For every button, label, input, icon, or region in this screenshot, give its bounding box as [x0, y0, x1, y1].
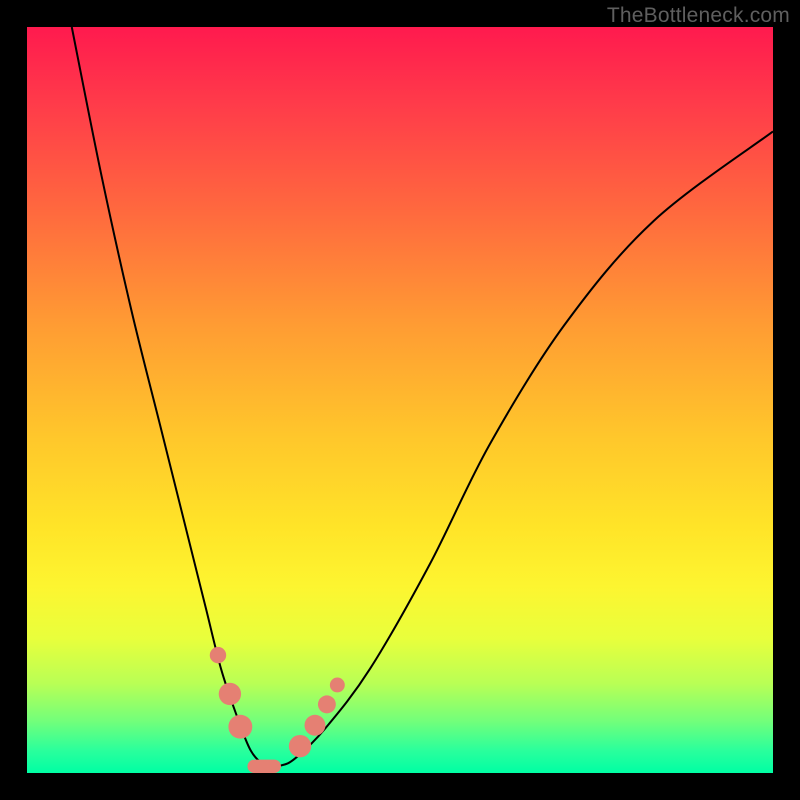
curve-markers [210, 647, 345, 773]
curve-svg [27, 27, 773, 773]
left-bead-3 [228, 715, 252, 739]
right-bead-1 [289, 735, 311, 757]
right-bead-3 [318, 695, 336, 713]
bottleneck-curve [72, 27, 773, 767]
right-bead-2 [305, 715, 326, 736]
left-bead-1 [210, 647, 226, 663]
watermark-text: TheBottleneck.com [607, 4, 790, 28]
chart-frame: TheBottleneck.com [0, 0, 800, 800]
plot-area [27, 27, 773, 773]
right-bead-4 [330, 678, 345, 693]
left-bead-2 [219, 683, 241, 705]
trough-pill [247, 760, 281, 773]
